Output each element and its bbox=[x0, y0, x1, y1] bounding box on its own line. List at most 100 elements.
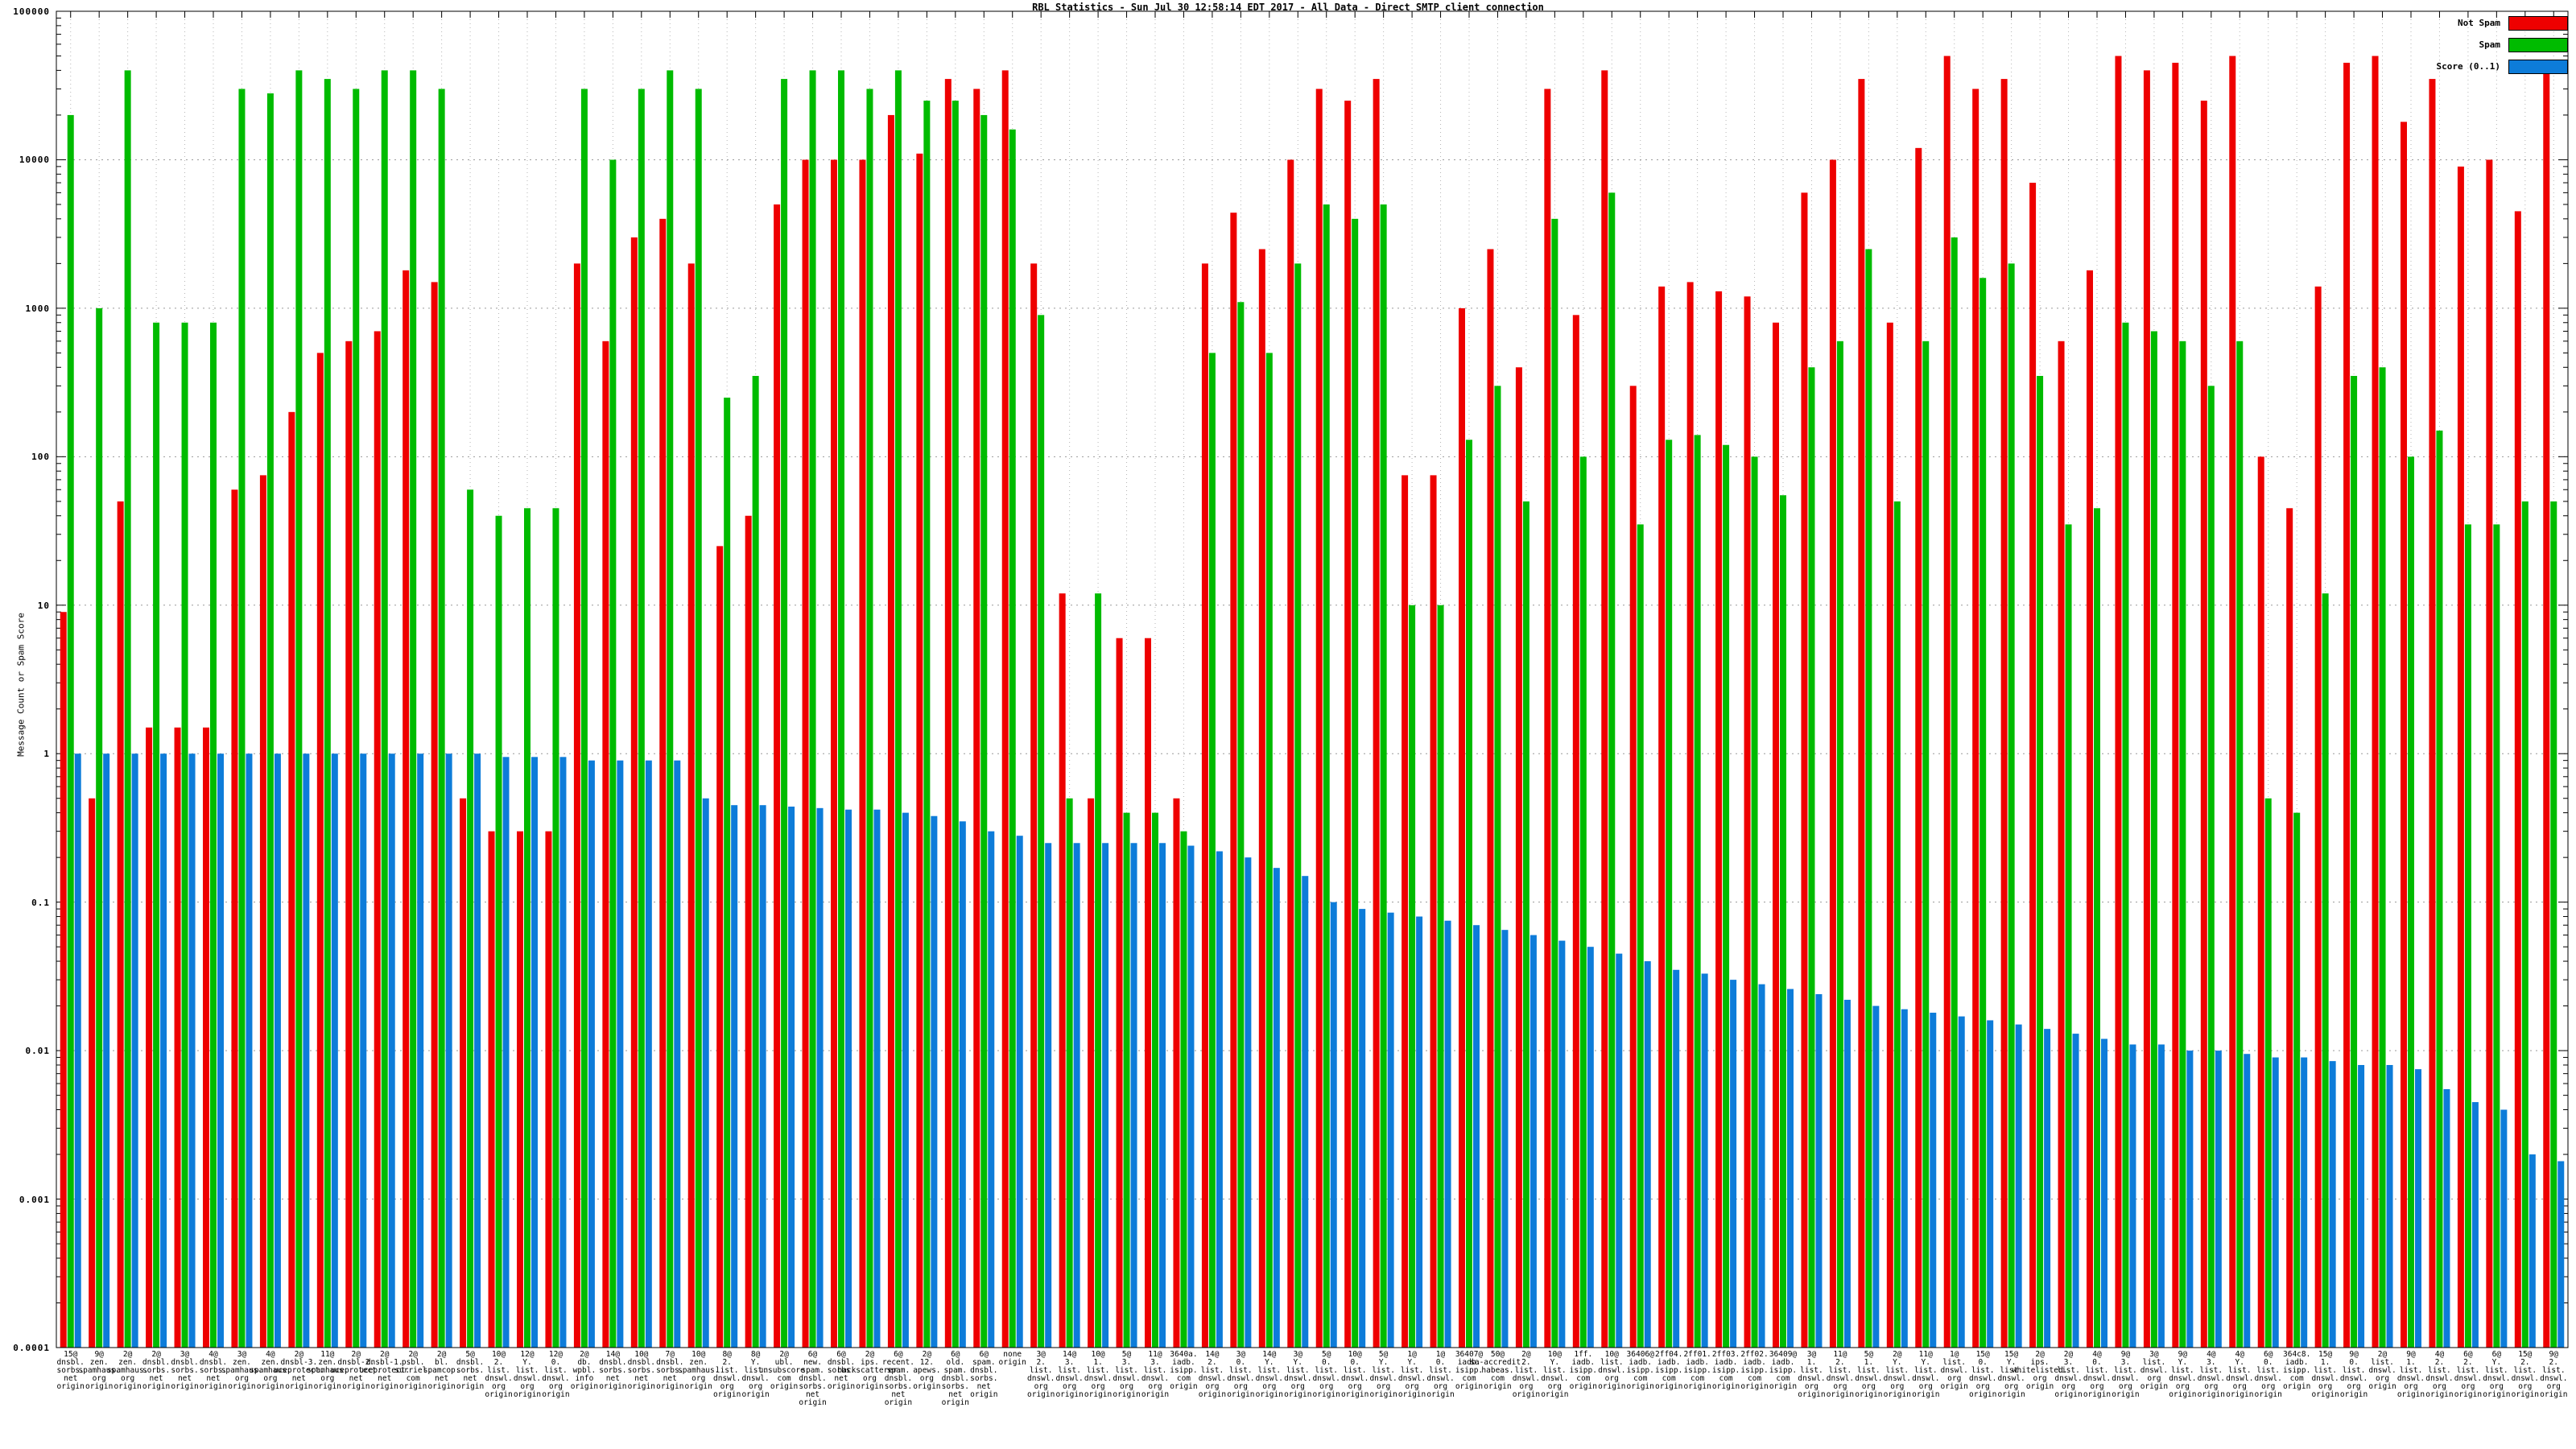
bar-not-spam bbox=[1059, 593, 1066, 1348]
bar-spam bbox=[2179, 341, 2186, 1348]
bar-spam bbox=[210, 323, 217, 1348]
bar-not-spam bbox=[1173, 799, 1179, 1348]
bar-spam bbox=[439, 89, 445, 1348]
bar-not-spam bbox=[1344, 101, 1351, 1348]
bar-score bbox=[1844, 1000, 1851, 1348]
bar-not-spam bbox=[659, 219, 666, 1348]
bar-not-spam bbox=[2229, 56, 2235, 1348]
bar-spam bbox=[2465, 524, 2471, 1348]
bar-score bbox=[1930, 1013, 1936, 1348]
bar-not-spam bbox=[1117, 638, 1123, 1348]
bar-score bbox=[446, 753, 452, 1348]
bar-not-spam bbox=[859, 159, 865, 1348]
bar-score bbox=[75, 753, 81, 1348]
bar-spam bbox=[1608, 192, 1615, 1348]
bar-not-spam bbox=[1630, 386, 1637, 1348]
bar-spam bbox=[1323, 204, 1330, 1348]
bar-score bbox=[873, 810, 880, 1348]
bar-spam bbox=[2094, 508, 2100, 1348]
bar-spam bbox=[895, 70, 902, 1348]
bar-score bbox=[760, 805, 766, 1348]
bar-not-spam bbox=[517, 832, 523, 1348]
bar-spam bbox=[2265, 799, 2272, 1348]
bar-score bbox=[1359, 909, 1365, 1348]
bar-spam bbox=[2122, 323, 2128, 1348]
legend-label: Not Spam bbox=[2458, 18, 2500, 28]
bar-not-spam bbox=[1430, 475, 1437, 1348]
bar-not-spam bbox=[2515, 211, 2521, 1348]
bar-spam bbox=[1466, 440, 1472, 1348]
bar-spam bbox=[267, 93, 274, 1348]
legend-entry: Spam bbox=[2437, 38, 2568, 52]
bar-not-spam bbox=[1002, 70, 1009, 1348]
bar-score bbox=[1558, 941, 1565, 1348]
bar-not-spam bbox=[2372, 56, 2379, 1348]
bar-score bbox=[1102, 843, 1108, 1348]
bar-score bbox=[703, 799, 709, 1348]
bar-not-spam bbox=[1459, 308, 1465, 1348]
bar-spam bbox=[1266, 353, 1273, 1348]
bar-not-spam bbox=[1773, 323, 1779, 1348]
bar-spam bbox=[810, 70, 816, 1348]
bar-spam bbox=[638, 89, 645, 1348]
bar-not-spam bbox=[288, 412, 295, 1348]
bar-not-spam bbox=[146, 728, 152, 1348]
bar-spam bbox=[2351, 376, 2357, 1348]
bar-spam bbox=[1808, 367, 1814, 1348]
y-tick-label: 1000 bbox=[2, 303, 50, 314]
bar-not-spam bbox=[260, 475, 266, 1348]
bar-spam bbox=[1494, 386, 1501, 1348]
bar-score bbox=[1530, 935, 1537, 1348]
bar-score bbox=[2443, 1089, 2450, 1348]
bar-not-spam bbox=[1687, 282, 1694, 1348]
bar-score bbox=[2016, 1025, 2022, 1348]
bar-spam bbox=[696, 89, 702, 1348]
bar-score bbox=[1702, 973, 1708, 1348]
bar-spam bbox=[1979, 278, 1986, 1348]
bar-spam bbox=[353, 89, 359, 1348]
bar-spam bbox=[2293, 813, 2300, 1348]
bar-not-spam bbox=[774, 204, 780, 1348]
bar-spam bbox=[68, 115, 74, 1348]
bar-spam bbox=[1666, 440, 1672, 1348]
bar-not-spam bbox=[2286, 508, 2293, 1348]
bar-score bbox=[2244, 1054, 2250, 1348]
bar-score bbox=[1187, 846, 1194, 1348]
bar-spam bbox=[1095, 593, 1101, 1348]
bar-score bbox=[1302, 876, 1308, 1348]
bar-spam bbox=[2493, 524, 2500, 1348]
bar-spam bbox=[324, 79, 331, 1348]
y-tick-label: 100 bbox=[2, 452, 50, 462]
bar-score bbox=[902, 813, 909, 1348]
bar-not-spam bbox=[2144, 70, 2150, 1348]
bar-score bbox=[2101, 1039, 2107, 1348]
bar-not-spam bbox=[2058, 341, 2065, 1348]
bar-score bbox=[2557, 1161, 2564, 1348]
bar-not-spam bbox=[175, 728, 181, 1348]
y-tick-label: 10 bbox=[2, 601, 50, 611]
bar-not-spam bbox=[2401, 122, 2407, 1348]
legend-swatch bbox=[2508, 60, 2568, 74]
bar-not-spam bbox=[1744, 296, 1751, 1348]
bar-not-spam bbox=[1573, 315, 1579, 1348]
bar-score bbox=[160, 753, 167, 1348]
bar-spam bbox=[1922, 341, 1929, 1348]
bar-score bbox=[674, 761, 680, 1348]
bar-not-spam bbox=[431, 282, 438, 1348]
bar-spam bbox=[980, 115, 987, 1348]
bar-score bbox=[531, 757, 538, 1348]
bar-spam bbox=[1752, 456, 1758, 1348]
bar-score bbox=[1759, 985, 1765, 1348]
bar-score bbox=[588, 761, 595, 1348]
bar-spam bbox=[781, 79, 787, 1348]
bar-not-spam bbox=[1944, 56, 1951, 1348]
bar-score bbox=[1416, 917, 1422, 1348]
bar-not-spam bbox=[60, 612, 67, 1348]
bar-score bbox=[503, 757, 510, 1348]
bar-not-spam bbox=[1088, 799, 1094, 1348]
bar-not-spam bbox=[631, 237, 638, 1348]
bar-score bbox=[1388, 913, 1394, 1348]
bar-not-spam bbox=[460, 799, 466, 1348]
bar-not-spam bbox=[2087, 270, 2093, 1348]
bar-score bbox=[332, 753, 338, 1348]
